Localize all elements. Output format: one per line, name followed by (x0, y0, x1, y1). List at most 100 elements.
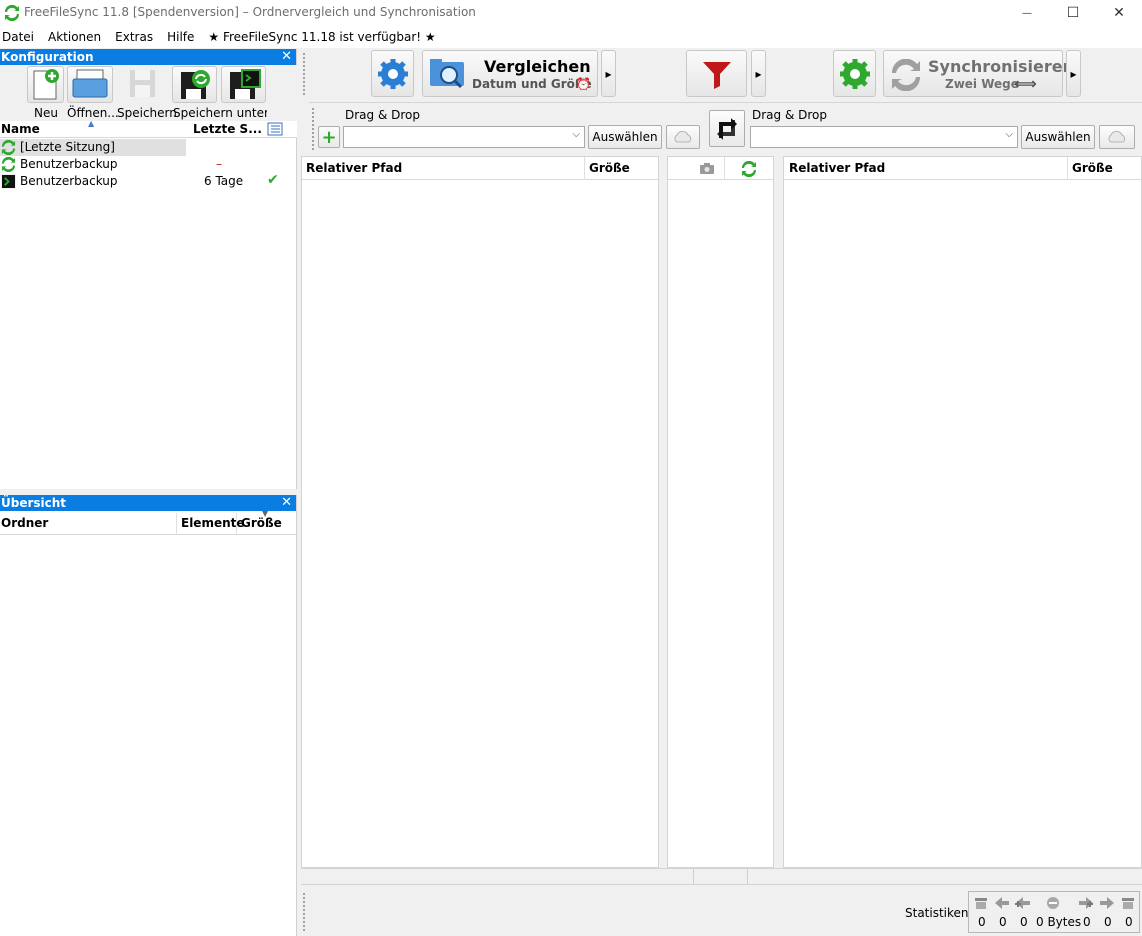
add-folder-pair-icon[interactable]: + (318, 126, 340, 148)
column-folder[interactable]: Ordner (1, 516, 48, 530)
config-panel: Konfiguration ✕ Neu Öffnen... Speichern … (0, 49, 297, 489)
save-as-config-button[interactable] (172, 66, 217, 103)
stats-bar-grip[interactable] (302, 892, 306, 932)
left-select-button[interactable]: Auswählen (588, 125, 662, 149)
save-config-button[interactable] (125, 66, 162, 103)
stat-update-right: 0 (1104, 915, 1112, 929)
column-settings-icon[interactable] (267, 122, 283, 136)
right-drop-label: Drag & Drop (752, 108, 827, 122)
right-file-grid[interactable]: Relativer Pfad Größe (783, 156, 1142, 868)
app-sync-icon (4, 5, 20, 21)
right-folder-input[interactable]: ⌵ (750, 126, 1018, 148)
swap-icon (717, 117, 737, 140)
column-items[interactable]: Elemente (181, 516, 245, 530)
sync-dropdown-button[interactable]: ▸ (1066, 50, 1081, 97)
column-last-sync[interactable]: Letzte S... (193, 122, 262, 136)
open-folder-icon (72, 69, 108, 98)
overview-panel-close-icon[interactable]: ✕ (281, 495, 292, 511)
minimize-button[interactable]: — (1004, 0, 1050, 26)
stat-delete-left: 0 (978, 915, 986, 929)
overview-panel-header: Übersicht ✕ (0, 495, 296, 511)
gear-icon (378, 59, 408, 89)
sync-subtitle: Zwei Wege (945, 77, 1019, 91)
config-panel-title: Konfiguration (1, 50, 94, 64)
config-panel-header: Konfiguration ✕ (0, 49, 296, 65)
menu-update-notice[interactable]: ★ FreeFileSync 11.18 ist verfügbar! ★ (201, 30, 442, 44)
menu-hilfe[interactable]: Hilfe (160, 30, 201, 44)
list-item[interactable]: Benutzerbackup 6 Tage ✔ (0, 172, 297, 190)
right-column-size[interactable]: Größe (1072, 161, 1113, 175)
statistics-box: 0 0 0 0 Bytes 0 0 0 (968, 891, 1140, 933)
middle-action-grid[interactable] (667, 156, 774, 868)
stat-data-size: 0 Bytes (1036, 915, 1082, 929)
grid-status-bar (301, 868, 1142, 885)
success-check-icon: ✔ (267, 172, 279, 188)
left-cloud-button[interactable] (666, 125, 700, 149)
compare-settings-button[interactable] (371, 50, 414, 97)
menu-bar: Datei Aktionen Extras Hilfe ★ FreeFileSy… (0, 26, 1142, 48)
maximize-button[interactable]: ☐ (1050, 0, 1096, 26)
toolbar-grip[interactable] (302, 52, 306, 96)
config-panel-close-icon[interactable]: ✕ (281, 49, 292, 65)
compare-folder-icon (430, 59, 464, 89)
cloud-icon (1108, 131, 1126, 143)
left-column-path[interactable]: Relativer Pfad (306, 161, 402, 175)
compare-button[interactable]: Vergleichen Datum und Größe ⏰ (422, 50, 598, 97)
right-cloud-button[interactable] (1099, 125, 1135, 149)
synchronize-button[interactable]: Synchronisieren Zwei Wege ⟺ (883, 50, 1074, 97)
list-item[interactable]: [Letzte Sitzung] (0, 139, 297, 156)
list-item[interactable]: Benutzerbackup – (0, 156, 297, 173)
left-column-size[interactable]: Größe (589, 161, 630, 175)
clock-icon: ⏰ (576, 77, 591, 91)
left-folder-input[interactable]: ⌵ (343, 126, 585, 148)
toolbar-label-speichern-unter: Speichern unter... (173, 106, 267, 120)
column-size[interactable]: Größe (241, 516, 282, 530)
right-select-button[interactable]: Auswählen (1021, 125, 1095, 149)
menu-aktionen[interactable]: Aktionen (41, 30, 108, 44)
left-grid-header: Relativer Pfad Größe (302, 157, 658, 180)
save-disk-icon (130, 70, 155, 97)
sync-title: Synchronisieren (928, 57, 1074, 76)
cloud-icon (674, 131, 692, 143)
sync-icon (1, 140, 16, 155)
sync-direction-icon[interactable] (741, 161, 757, 177)
folder-bar-grip[interactable] (311, 107, 315, 151)
stat-delete-right: 0 (1125, 915, 1133, 929)
chevron-down-icon: ⌵ (1005, 129, 1013, 140)
column-name[interactable]: Name (1, 122, 40, 136)
batch-icon (1, 174, 16, 189)
filter-dropdown-button[interactable]: ▸ (751, 50, 766, 97)
create-left-icon (1015, 897, 1030, 909)
config-last-sync: 6 Tage (204, 174, 244, 188)
left-file-grid[interactable]: Relativer Pfad Größe (301, 156, 659, 868)
config-name: Benutzerbackup (20, 174, 118, 188)
config-name: Benutzerbackup (20, 157, 118, 171)
right-column-path[interactable]: Relativer Pfad (789, 161, 885, 175)
save-as-batch-button[interactable] (221, 66, 266, 103)
middle-grid-header (668, 157, 773, 180)
filter-button[interactable] (686, 50, 747, 97)
overview-panel: Übersicht ✕ Ordner Elemente ▼ Größe (0, 495, 297, 936)
chevron-down-icon: ⌵ (572, 129, 580, 140)
arrow-right-icon (1100, 897, 1114, 909)
new-config-button[interactable] (27, 66, 64, 103)
swap-sides-button[interactable] (709, 110, 745, 147)
camera-icon[interactable] (699, 162, 715, 175)
save-as-sync-icon (181, 70, 210, 99)
new-file-icon (33, 69, 59, 100)
compare-dropdown-button[interactable]: ▸ (601, 50, 616, 97)
config-list-header: Name ▲ Letzte S... (0, 119, 297, 138)
window-title: FreeFileSync 11.8 [Spendenversion] – Ord… (24, 5, 476, 19)
title-bar: FreeFileSync 11.8 [Spendenversion] – Ord… (0, 0, 1142, 26)
menu-datei[interactable]: Datei (0, 30, 41, 44)
filter-icon (703, 62, 731, 89)
sync-settings-button[interactable] (833, 50, 876, 97)
menu-extras[interactable]: Extras (108, 30, 160, 44)
stat-create-right: 0 (1083, 915, 1091, 929)
open-config-button[interactable] (67, 66, 113, 103)
update-icon (1047, 897, 1059, 909)
arrow-left-icon (995, 897, 1009, 909)
close-window-button[interactable]: ✕ (1096, 0, 1142, 26)
two-way-arrow-icon: ⟺ (1014, 74, 1037, 93)
stat-update-left: 0 (999, 915, 1007, 929)
